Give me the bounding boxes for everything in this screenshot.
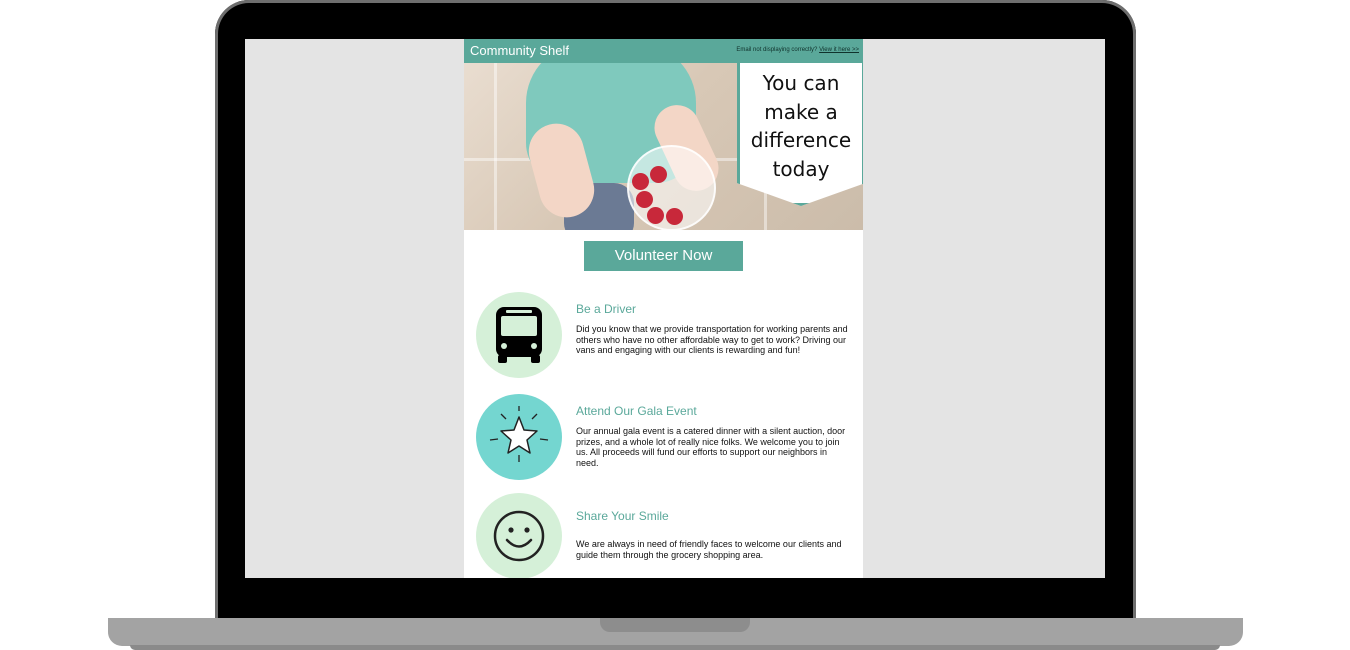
icon-circle — [476, 394, 562, 480]
floor-tile-line — [494, 63, 497, 230]
raspberry — [650, 166, 667, 183]
laptop-screen: Community Shelf Email not displaying cor… — [245, 39, 1105, 578]
brand-name: Community Shelf — [470, 43, 569, 58]
smiley-icon — [493, 510, 545, 562]
volunteer-now-button[interactable]: Volunteer Now — [584, 241, 743, 271]
item-title: Share Your Smile — [576, 509, 669, 523]
raspberry — [632, 173, 649, 190]
icon-circle — [476, 493, 562, 578]
volunteer-item-driver: Be a Driver Did you know that we provide… — [464, 292, 863, 382]
email-body: Community Shelf Email not displaying cor… — [464, 39, 863, 578]
item-description: Our annual gala event is a catered dinne… — [576, 426, 846, 468]
laptop-notch — [600, 618, 750, 632]
volunteer-item-smile: Share Your Smile We are always in need o… — [464, 493, 863, 578]
icon-circle — [476, 292, 562, 378]
item-description: Did you know that we provide transportat… — [576, 324, 848, 356]
view-online-link[interactable]: View it here >> — [819, 47, 859, 53]
item-description: We are always in need of friendly faces … — [576, 539, 842, 560]
laptop-base-shadow — [130, 645, 1220, 650]
raspberry — [666, 208, 683, 225]
volunteer-item-gala: Attend Our Gala Event Our annual gala ev… — [464, 394, 863, 484]
item-title: Be a Driver — [576, 302, 637, 316]
hero-line: difference — [750, 128, 852, 152]
email-header-bar: Community Shelf Email not displaying cor… — [464, 39, 863, 63]
raspberry — [636, 191, 653, 208]
item-title: Attend Our Gala Event — [576, 404, 697, 418]
hero-line: today — [772, 156, 830, 181]
raspberry — [647, 207, 664, 224]
hero-line: make a — [764, 99, 838, 124]
bus-icon — [496, 307, 542, 363]
star-icon — [489, 406, 549, 462]
hero-line: You can — [762, 71, 840, 95]
cta-container: Volunteer Now — [464, 230, 863, 292]
hero-headline: You can make a difference today — [740, 69, 862, 183]
view-online-notice: Email not displaying correctly? View it … — [736, 47, 859, 53]
view-online-prompt: Email not displaying correctly? — [736, 47, 818, 53]
hero-image: You can make a difference today — [464, 63, 863, 230]
